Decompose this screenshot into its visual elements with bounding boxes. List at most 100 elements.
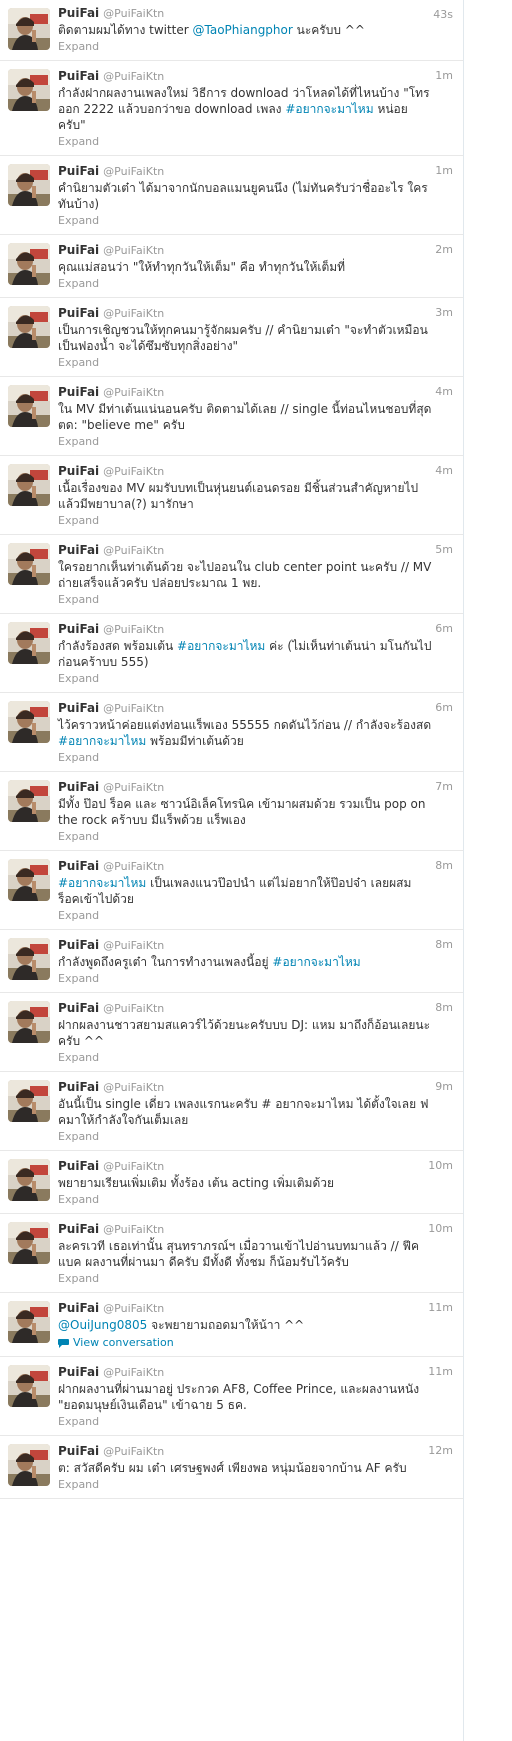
tweet-item[interactable]: PuiFai @PuiFaiKtn 1m คำนิยามตัวเต๋า ได้ม…: [0, 156, 463, 235]
tweet-item[interactable]: PuiFai @PuiFaiKtn 3m เป็นการเชิญชวนให้ทุ…: [0, 298, 463, 377]
avatar[interactable]: [8, 164, 50, 206]
user-handle[interactable]: @PuiFaiKtn: [103, 1301, 164, 1316]
tweet-timestamp[interactable]: 10m: [428, 1159, 453, 1172]
avatar[interactable]: [8, 69, 50, 111]
mention-link[interactable]: @OuiJung0805: [58, 1318, 147, 1332]
tweet-item[interactable]: PuiFai @PuiFaiKtn 8m #อยากจะมาไหม เป็นเพ…: [0, 851, 463, 930]
expand-link[interactable]: Expand: [58, 277, 453, 291]
tweet-timestamp[interactable]: 8m: [435, 938, 453, 951]
tweet-item[interactable]: PuiFai @PuiFaiKtn 9m อันนี้เป็น single เ…: [0, 1072, 463, 1151]
tweet-item[interactable]: PuiFai @PuiFaiKtn 4m ใน MV มีท่าเต้นแน่น…: [0, 377, 463, 456]
tweet-item[interactable]: PuiFai @PuiFaiKtn 1m กำลังฝากผลงานเพลงให…: [0, 61, 463, 156]
tweet-timestamp[interactable]: 4m: [435, 464, 453, 477]
user-name[interactable]: PuiFai: [58, 1222, 99, 1237]
user-handle[interactable]: @PuiFaiKtn: [103, 1222, 164, 1237]
user-name[interactable]: PuiFai: [58, 1001, 99, 1016]
user-name[interactable]: PuiFai: [58, 1080, 99, 1095]
user-name[interactable]: PuiFai: [58, 543, 99, 558]
hashtag-link[interactable]: #อยากจะมาไหม: [177, 639, 265, 653]
tweet-timestamp[interactable]: 8m: [435, 859, 453, 872]
expand-link[interactable]: Expand: [58, 356, 453, 370]
user-handle[interactable]: @PuiFaiKtn: [103, 1080, 164, 1095]
hashtag-link[interactable]: #อยากจะมาไหม: [272, 955, 360, 969]
user-name[interactable]: PuiFai: [58, 164, 99, 179]
tweet-timestamp[interactable]: 7m: [435, 780, 453, 793]
expand-link[interactable]: Expand: [58, 514, 453, 528]
user-handle[interactable]: @PuiFaiKtn: [103, 701, 164, 716]
expand-link[interactable]: Expand: [58, 1130, 453, 1144]
tweet-timestamp[interactable]: 12m: [428, 1444, 453, 1457]
user-handle[interactable]: @PuiFaiKtn: [103, 1001, 164, 1016]
expand-link[interactable]: Expand: [58, 214, 453, 228]
user-name[interactable]: PuiFai: [58, 1159, 99, 1174]
tweet-item[interactable]: PuiFai @PuiFaiKtn 12m ต: สวัสดีครับ ผม เ…: [0, 1436, 463, 1499]
user-handle[interactable]: @PuiFaiKtn: [103, 69, 164, 84]
tweet-timestamp[interactable]: 11m: [428, 1301, 453, 1314]
user-name[interactable]: PuiFai: [58, 464, 99, 479]
avatar[interactable]: [8, 1001, 50, 1043]
expand-link[interactable]: Expand: [58, 830, 453, 844]
tweet-item[interactable]: PuiFai @PuiFaiKtn 11m @OuiJung0805 จะพยา…: [0, 1293, 463, 1357]
expand-link[interactable]: Expand: [58, 751, 453, 765]
user-name[interactable]: PuiFai: [58, 306, 99, 321]
view-conversation-link[interactable]: View conversation: [58, 1336, 453, 1350]
user-handle[interactable]: @PuiFaiKtn: [103, 1159, 164, 1174]
tweet-item[interactable]: PuiFai @PuiFaiKtn 8m กำลังพูดถึงครูเต๋า …: [0, 930, 463, 993]
user-handle[interactable]: @PuiFaiKtn: [103, 543, 164, 558]
expand-link[interactable]: Expand: [58, 40, 453, 54]
tweet-timestamp[interactable]: 9m: [435, 1080, 453, 1093]
expand-link[interactable]: Expand: [58, 1272, 453, 1286]
user-handle[interactable]: @PuiFaiKtn: [103, 859, 164, 874]
expand-link[interactable]: Expand: [58, 1193, 453, 1207]
user-name[interactable]: PuiFai: [58, 701, 99, 716]
tweet-item[interactable]: PuiFai @PuiFaiKtn 5m ใครอยากเห็นท่าเต้นด…: [0, 535, 463, 614]
user-name[interactable]: PuiFai: [58, 780, 99, 795]
expand-link[interactable]: Expand: [58, 593, 453, 607]
user-name[interactable]: PuiFai: [58, 243, 99, 258]
avatar[interactable]: [8, 8, 50, 50]
avatar[interactable]: [8, 701, 50, 743]
tweet-timestamp[interactable]: 3m: [435, 306, 453, 319]
avatar[interactable]: [8, 622, 50, 664]
user-name[interactable]: PuiFai: [58, 385, 99, 400]
mention-link[interactable]: @TaoPhiangphor: [193, 23, 293, 37]
expand-link[interactable]: Expand: [58, 909, 453, 923]
user-name[interactable]: PuiFai: [58, 69, 99, 84]
user-handle[interactable]: @PuiFaiKtn: [103, 938, 164, 953]
expand-link[interactable]: Expand: [58, 672, 453, 686]
tweet-timestamp[interactable]: 1m: [435, 69, 453, 82]
expand-link[interactable]: Expand: [58, 435, 453, 449]
hashtag-link[interactable]: #อยากจะมาไหม: [58, 876, 146, 890]
tweet-item[interactable]: PuiFai @PuiFaiKtn 4m เนื้อเรื่องของ MV ผ…: [0, 456, 463, 535]
user-handle[interactable]: @PuiFaiKtn: [103, 164, 164, 179]
tweet-item[interactable]: PuiFai @PuiFaiKtn 2m คุณแม่สอนว่า "ให้ทำ…: [0, 235, 463, 298]
user-handle[interactable]: @PuiFaiKtn: [103, 622, 164, 637]
avatar[interactable]: [8, 859, 50, 901]
avatar[interactable]: [8, 1301, 50, 1343]
expand-link[interactable]: Expand: [58, 1415, 453, 1429]
tweet-timestamp[interactable]: 10m: [428, 1222, 453, 1235]
tweet-item[interactable]: PuiFai @PuiFaiKtn 43s ติดตามผมได้ทาง twi…: [0, 0, 463, 61]
tweet-timestamp[interactable]: 8m: [435, 1001, 453, 1014]
user-name[interactable]: PuiFai: [58, 1444, 99, 1459]
user-name[interactable]: PuiFai: [58, 859, 99, 874]
hashtag-link[interactable]: #อยากจะมาไหม: [58, 734, 146, 748]
tweet-timestamp[interactable]: 5m: [435, 543, 453, 556]
avatar[interactable]: [8, 464, 50, 506]
user-handle[interactable]: @PuiFaiKtn: [103, 464, 164, 479]
user-handle[interactable]: @PuiFaiKtn: [103, 6, 164, 21]
tweet-timestamp[interactable]: 6m: [435, 622, 453, 635]
tweet-timestamp[interactable]: 6m: [435, 701, 453, 714]
avatar[interactable]: [8, 1222, 50, 1264]
tweet-item[interactable]: PuiFai @PuiFaiKtn 8m ฝากผลงานชาวสยามสแคว…: [0, 993, 463, 1072]
avatar[interactable]: [8, 385, 50, 427]
tweet-item[interactable]: PuiFai @PuiFaiKtn 10m ละครเวที เธอเท่านั…: [0, 1214, 463, 1293]
user-name[interactable]: PuiFai: [58, 622, 99, 637]
expand-link[interactable]: Expand: [58, 1478, 453, 1492]
avatar[interactable]: [8, 1159, 50, 1201]
tweet-timestamp[interactable]: 11m: [428, 1365, 453, 1378]
avatar[interactable]: [8, 1365, 50, 1407]
avatar[interactable]: [8, 780, 50, 822]
tweet-item[interactable]: PuiFai @PuiFaiKtn 11m ฝากผลงานที่ผ่านมาอ…: [0, 1357, 463, 1436]
hashtag-link[interactable]: #อยากจะมาไหม: [285, 102, 373, 116]
